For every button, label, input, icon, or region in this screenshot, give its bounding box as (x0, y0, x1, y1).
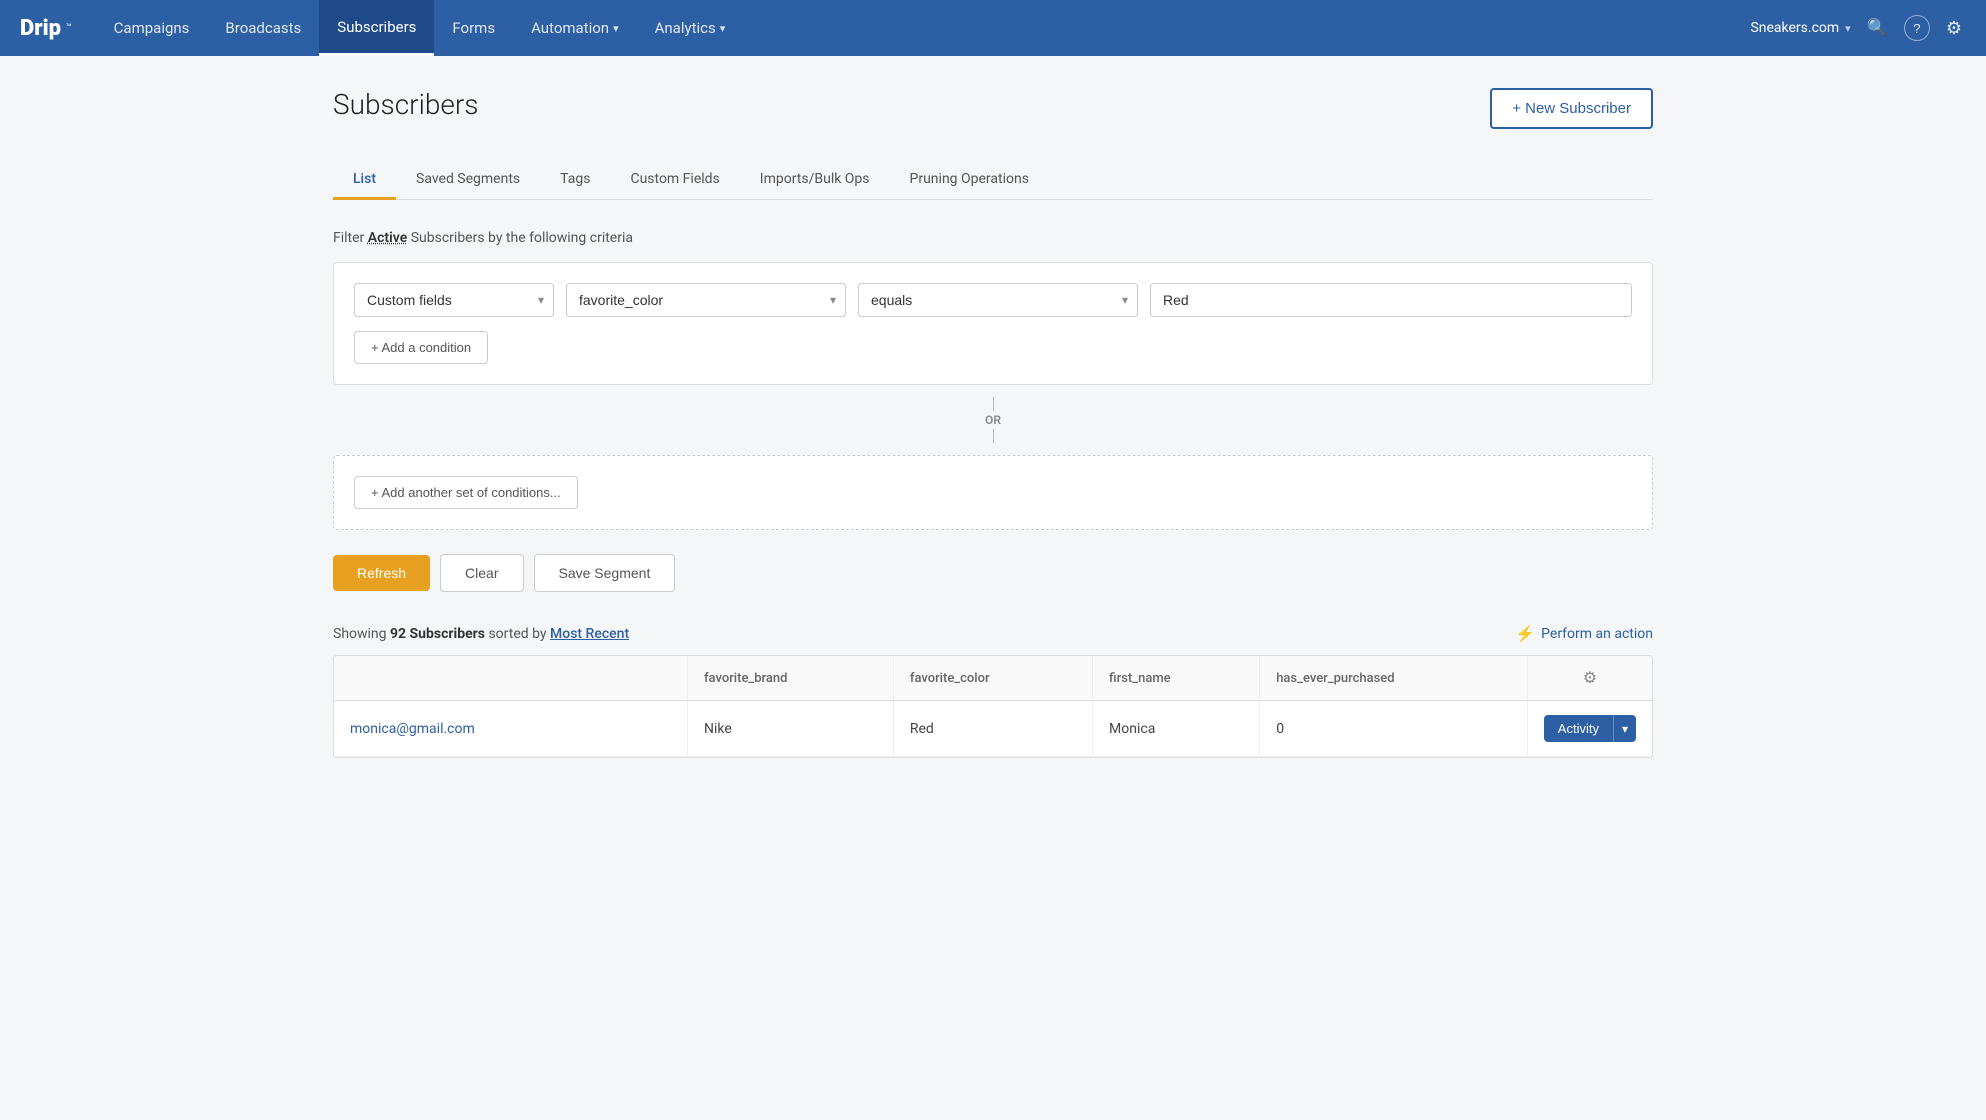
cell-favorite-brand: Nike (687, 701, 893, 757)
column-settings-button[interactable]: ⚙ (1583, 668, 1597, 688)
cell-has-ever-purchased: 0 (1260, 701, 1528, 757)
add-condition-button[interactable]: + Add a condition (354, 331, 488, 364)
activity-arrow-button[interactable]: ▾ (1613, 715, 1636, 742)
action-buttons: Refresh Clear Save Segment (333, 554, 1653, 592)
automation-chevron-icon: ▾ (613, 22, 619, 35)
logo-tm: ™ (66, 23, 72, 33)
results-count: 92 Subscribers (390, 626, 485, 642)
account-chevron-icon: ▾ (1845, 22, 1851, 35)
nav-subscribers[interactable]: Subscribers (319, 0, 434, 56)
activity-button[interactable]: Activity (1544, 715, 1613, 742)
nav-account[interactable]: Sneakers.com ▾ (1750, 20, 1850, 36)
tab-pruning-operations[interactable]: Pruning Operations (890, 161, 1049, 200)
nav-right: Sneakers.com ▾ 🔍 ? ⚙ (1750, 14, 1966, 43)
nav-broadcasts[interactable]: Broadcasts (207, 0, 319, 56)
perform-action[interactable]: ⚡ Perform an action (1515, 624, 1653, 643)
col-has-ever-purchased: has_ever_purchased (1260, 656, 1528, 701)
filter-value-input[interactable] (1150, 283, 1632, 317)
main-nav: Drip™ Campaigns Broadcasts Subscribers F… (0, 0, 1986, 56)
field-name-select[interactable]: favorite_color (566, 283, 846, 317)
filter-status: Active (368, 230, 407, 246)
tab-imports-bulk-ops[interactable]: Imports/Bulk Ops (740, 161, 890, 200)
lightning-icon: ⚡ (1515, 624, 1535, 643)
analytics-chevron-icon: ▾ (720, 22, 726, 35)
or-label: OR (985, 411, 1001, 429)
nav-forms[interactable]: Forms (434, 0, 513, 56)
search-button[interactable]: 🔍 (1863, 14, 1892, 42)
refresh-button[interactable]: Refresh (333, 555, 430, 591)
cell-favorite-color: Red (893, 701, 1092, 757)
results-text: Showing 92 Subscribers sorted by Most Re… (333, 626, 629, 642)
page-title: Subscribers (333, 88, 479, 121)
col-first-name: first_name (1093, 656, 1260, 701)
sort-link[interactable]: Most Recent (550, 626, 629, 642)
nav-analytics[interactable]: Analytics ▾ (637, 0, 744, 56)
operator-wrapper: equals ▾ (858, 283, 1138, 317)
add-set-button[interactable]: + Add another set of conditions... (354, 476, 578, 509)
col-settings[interactable]: ⚙ (1527, 656, 1652, 701)
cell-activity: Activity ▾ (1527, 701, 1652, 757)
tab-bar: List Saved Segments Tags Custom Fields I… (333, 161, 1653, 200)
operator-select[interactable]: equals (858, 283, 1138, 317)
filter-type-select[interactable]: Custom fields (354, 283, 554, 317)
field-name-wrapper: favorite_color ▾ (566, 283, 846, 317)
results-bar: Showing 92 Subscribers sorted by Most Re… (333, 624, 1653, 643)
nav-campaigns[interactable]: Campaigns (96, 0, 208, 56)
filter-group: Custom fields ▾ favorite_color ▾ equals … (333, 262, 1653, 385)
email-link[interactable]: monica@gmail.com (350, 721, 475, 737)
nav-logo[interactable]: Drip™ (20, 16, 72, 41)
col-email (334, 656, 687, 701)
tab-custom-fields[interactable]: Custom Fields (610, 161, 739, 200)
filter-label: Filter Active Subscribers by the followi… (333, 230, 1653, 246)
table-row: monica@gmail.com Nike Red Monica 0 Activ… (334, 701, 1652, 757)
save-segment-button[interactable]: Save Segment (534, 554, 676, 592)
col-favorite-brand: favorite_brand (687, 656, 893, 701)
or-divider: OR (333, 397, 1653, 443)
nav-automation[interactable]: Automation ▾ (513, 0, 637, 56)
col-favorite-color: favorite_color (893, 656, 1092, 701)
nav-links: Campaigns Broadcasts Subscribers Forms A… (96, 0, 1751, 56)
add-set-group: + Add another set of conditions... (333, 455, 1653, 530)
subscribers-table: favorite_brand favorite_color first_name… (334, 656, 1652, 757)
page-header: Subscribers + New Subscriber (333, 88, 1653, 141)
new-subscriber-button[interactable]: + New Subscriber (1490, 88, 1653, 129)
clear-button[interactable]: Clear (440, 554, 523, 592)
help-button[interactable]: ? (1904, 15, 1930, 41)
filter-row: Custom fields ▾ favorite_color ▾ equals … (354, 283, 1632, 317)
filter-type-wrapper: Custom fields ▾ (354, 283, 554, 317)
table-wrap: favorite_brand favorite_color first_name… (333, 655, 1653, 758)
tab-saved-segments[interactable]: Saved Segments (396, 161, 540, 200)
settings-button[interactable]: ⚙ (1942, 14, 1966, 43)
tab-list[interactable]: List (333, 161, 396, 200)
cell-first-name: Monica (1093, 701, 1260, 757)
subscriber-email: monica@gmail.com (334, 701, 687, 757)
tab-tags[interactable]: Tags (540, 161, 610, 200)
